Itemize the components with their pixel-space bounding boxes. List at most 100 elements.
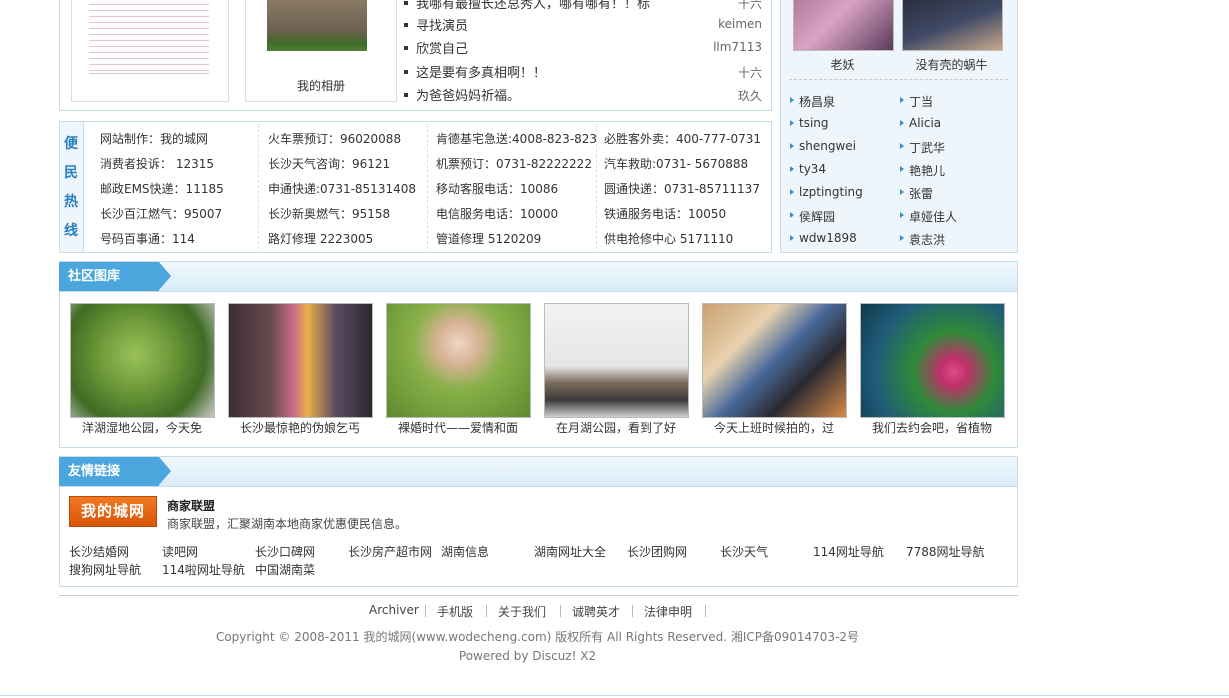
hotline-label-char: 便 [64, 136, 78, 152]
hotline-entry: 网站制作：我的城网 [100, 132, 209, 146]
hotline-label-strip: 便 民 热 线 [60, 122, 84, 252]
news-item[interactable]: 欣赏自己 llm7113 [404, 38, 762, 61]
avatar-name[interactable]: 没有壳的蜗牛 [902, 56, 1001, 73]
avatar[interactable] [793, 0, 894, 51]
user-link[interactable]: ty34 [790, 162, 826, 176]
hotline-entry: 长沙新奥燃气：95158 [268, 207, 391, 221]
album-label[interactable]: 我的相册 [246, 77, 396, 94]
hotline-entry: 邮政EMS快递：11185 [100, 182, 224, 196]
user-link[interactable]: 艳艳儿 [900, 162, 945, 179]
gallery-caption[interactable]: 洋湖湿地公园，今天免 [62, 419, 222, 436]
user-link[interactable]: 丁当 [900, 93, 933, 110]
footer-separator [486, 605, 487, 617]
friend-link[interactable]: 长沙天气 [720, 543, 768, 560]
user-link[interactable]: 丁武华 [900, 139, 945, 156]
footer-link-jobs[interactable]: 诚聘英才 [572, 603, 620, 620]
news-item[interactable]: 这是要有多真相啊！！ 十六 [404, 62, 762, 85]
hotline-label-char: 线 [64, 223, 78, 239]
friend-link[interactable]: 114啦网址导航 [162, 561, 245, 578]
hotline-entry: 长沙天气咨询：96121 [268, 157, 391, 171]
hotline-entry: 号码百事通：114 [100, 232, 195, 246]
gallery-image[interactable] [860, 303, 1005, 418]
user-link[interactable]: 侯辉园 [790, 208, 835, 225]
friend-link[interactable]: 长沙口碑网 [255, 543, 315, 560]
footer-separator [632, 605, 633, 617]
doc-thumbnail-box [71, 0, 229, 102]
page-bottom-border [0, 695, 1229, 696]
friend-link[interactable]: 长沙结婚网 [69, 543, 129, 560]
doc-thumbnail[interactable] [89, 0, 209, 74]
hotline-entry: 路灯修理 2223005 [268, 232, 374, 246]
friends-title[interactable]: 友情链接 [59, 457, 171, 486]
friend-link[interactable]: 读吧网 [162, 543, 198, 560]
hotline-entry: 申通快递:0731-85131408 [268, 182, 416, 196]
hotline-divider [258, 124, 259, 249]
gallery-image[interactable] [70, 303, 215, 418]
user-link[interactable]: wdw1898 [790, 231, 857, 245]
footer-separator [705, 605, 706, 617]
footer-link-about[interactable]: 关于我们 [498, 603, 546, 620]
news-item[interactable]: 我哪有最擅长还总秀人，哪有哪有！！标 十六 [404, 0, 762, 16]
hotline-entry: 必胜客外卖：400-777-0731 [604, 132, 762, 146]
user-link[interactable]: Alicia [900, 116, 941, 130]
friends-header: 友情链接 [59, 457, 1017, 487]
user-link[interactable]: 杨昌泉 [790, 93, 835, 110]
user-link[interactable]: lzptingting [790, 185, 863, 199]
hotline-entry: 汽车救助:0731- 5670888 [604, 157, 749, 171]
hotline-entry: 供电抢修中心 5171110 [604, 232, 734, 246]
footer-powered[interactable]: Powered by Discuz! X2 [0, 649, 1055, 663]
gallery-caption[interactable]: 今天上班时候拍的，过 [694, 419, 854, 436]
partner-title[interactable]: 商家联盟 [167, 497, 215, 514]
gallery-caption[interactable]: 在月湖公园，看到了好 [536, 419, 696, 436]
hotline-label-char: 民 [64, 165, 78, 181]
friend-link[interactable]: 搜狗网址导航 [69, 561, 141, 578]
gallery-caption[interactable]: 裸婚时代——爱情和面 [378, 419, 538, 436]
avatar[interactable] [902, 0, 1003, 51]
gallery-image[interactable] [702, 303, 847, 418]
gallery-header: 社区图库 [59, 262, 1017, 292]
gallery-image[interactable] [386, 303, 531, 418]
user-link[interactable]: tsing [790, 116, 829, 130]
hotline-entry: 火车票预订：96020088 [268, 132, 402, 146]
user-link[interactable]: 卓娅佳人 [900, 208, 957, 225]
footer-divider [59, 595, 1018, 596]
friend-link[interactable]: 长沙房产超市网 [348, 543, 432, 560]
footer-link-archiver[interactable]: Archiver [369, 603, 419, 617]
hotline-entry: 圆通快递：0731-85711137 [604, 182, 760, 196]
footer-link-mobile[interactable]: 手机版 [437, 603, 473, 620]
news-item[interactable]: 为爸爸妈妈祈福。 玖久 [404, 85, 762, 108]
hotline-divider [427, 124, 428, 249]
hotline-entry: 消费者投诉： 12315 [100, 157, 214, 171]
hotline-entry: 移动客服电话：10086 [436, 182, 559, 196]
footer-separator [425, 605, 426, 617]
divider [789, 79, 1008, 80]
hotline-entry: 电信服务电话：10000 [436, 207, 559, 221]
album-photo[interactable] [267, 0, 367, 51]
hotline-entry: 机票预订：0731-82222222 [436, 157, 592, 171]
hotline-entry: 铁通服务电话：10050 [604, 207, 727, 221]
footer-copyright: Copyright © 2008-2011 我的城网(www.wodecheng… [215, 630, 860, 644]
friend-link[interactable]: 114网址导航 [813, 543, 884, 560]
friend-link[interactable]: 7788网址导航 [906, 543, 985, 560]
user-link[interactable]: 袁志洪 [900, 231, 945, 248]
gallery-image[interactable] [228, 303, 373, 418]
user-link[interactable]: shengwei [790, 139, 856, 153]
footer-link-legal[interactable]: 法律申明 [644, 603, 692, 620]
hotline-label-char: 热 [64, 194, 78, 210]
hotline-entry: 肯德基宅急送:4008-823-823 [436, 132, 598, 146]
gallery-title[interactable]: 社区图库 [59, 262, 171, 291]
hotline-entry: 管道修理 5120209 [436, 232, 542, 246]
album-box: 我的相册 [245, 0, 397, 102]
gallery-caption[interactable]: 长沙最惊艳的伪娘乞丐 [220, 419, 380, 436]
friend-link[interactable]: 中国湖南菜 [255, 561, 315, 578]
friend-link[interactable]: 长沙团购网 [627, 543, 687, 560]
partner-logo[interactable]: 我的城网 [69, 496, 157, 527]
friend-link[interactable]: 湖南网址大全 [534, 543, 606, 560]
gallery-caption[interactable]: 我们去约会吧，省植物 [852, 419, 1012, 436]
friend-link[interactable]: 湖南信息 [441, 543, 489, 560]
footer-separator [560, 605, 561, 617]
avatar-name[interactable]: 老妖 [793, 56, 892, 73]
user-link[interactable]: 张雷 [900, 185, 933, 202]
gallery-image[interactable] [544, 303, 689, 418]
news-item[interactable]: 寻找演员 keimen [404, 15, 762, 38]
